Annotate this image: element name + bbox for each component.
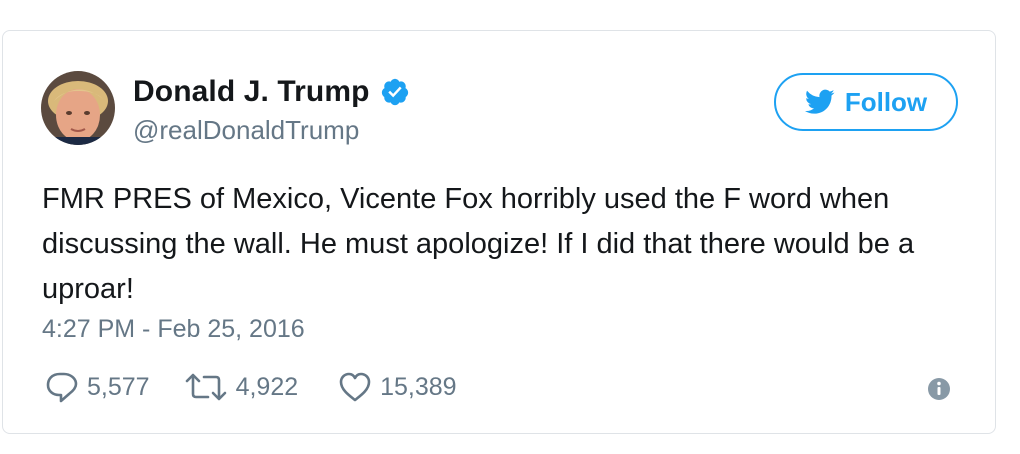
follow-button-label: Follow	[844, 86, 928, 117]
like-button[interactable]: 15,389	[338, 371, 457, 403]
reply-icon	[46, 372, 78, 403]
like-count: 15,389	[380, 372, 457, 401]
name-row: Donald J. Trump	[133, 75, 410, 109]
retweet-button[interactable]: 4,922	[184, 372, 299, 402]
display-name[interactable]: Donald J. Trump	[133, 75, 370, 109]
tweet-timestamp[interactable]: 4:27 PM - Feb 25, 2016	[42, 315, 305, 344]
retweet-count: 4,922	[235, 372, 299, 401]
verified-badge-icon	[380, 77, 410, 107]
twitter-bird-icon	[804, 89, 835, 114]
reply-button[interactable]: 5,577	[45, 371, 150, 403]
user-handle[interactable]: @realDonaldTrump	[133, 115, 359, 146]
avatar[interactable]	[41, 71, 115, 145]
tweet-text: FMR PRES of Mexico, Vicente Fox horribly…	[42, 183, 915, 305]
retweet-icon	[185, 373, 226, 401]
info-icon[interactable]	[927, 377, 951, 401]
reply-count: 5,577	[87, 372, 150, 401]
follow-button[interactable]: Follow	[774, 73, 958, 131]
heart-icon	[339, 372, 371, 402]
tweet-card: Donald J. Trump @realDonaldTrump Follow …	[2, 30, 996, 434]
tweet-actions: 5,577 4,922 15,389	[45, 371, 457, 403]
